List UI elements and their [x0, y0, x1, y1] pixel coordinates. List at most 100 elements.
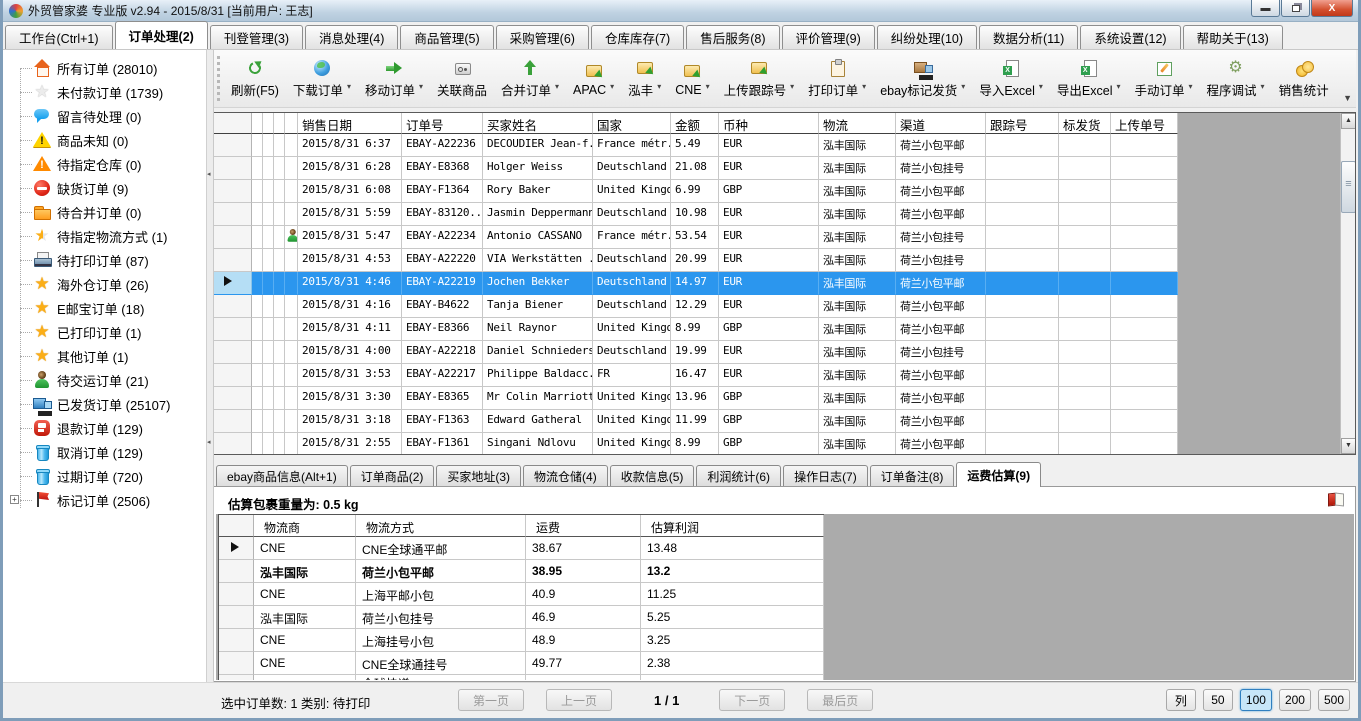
sidebar-item-2[interactable]: 未付款订单 (1739)	[3, 80, 206, 104]
freight-row-2[interactable]: 泓丰国际荷兰小包平邮38.9513.2	[219, 560, 824, 583]
sidebar-item-6[interactable]: 缺货订单 (9)	[3, 176, 206, 200]
sidebar-item-3[interactable]: 留言待处理 (0)	[3, 104, 206, 128]
menu-tab-13[interactable]: 帮助关于(13)	[1183, 25, 1283, 49]
detail-tab-2[interactable]: 订单商品(2)	[350, 465, 435, 487]
menu-tab-1[interactable]: 工作台(Ctrl+1)	[5, 25, 113, 49]
freight-row-6[interactable]: CNECNE全球通挂号49.772.38	[219, 652, 824, 675]
sidebar-item-5[interactable]: 待指定仓库 (0)	[3, 152, 206, 176]
order-row-7[interactable]: 2015/8/31 4:46EBAY-A22219Jochen BekkerDe…	[214, 272, 1178, 295]
toolbar-button-16[interactable]: 销售统计	[1273, 56, 1335, 101]
sidebar-item-8[interactable]: 待指定物流方式 (1)	[3, 224, 206, 248]
detail-tab-7[interactable]: 操作日志(7)	[783, 465, 868, 487]
scroll-up-icon[interactable]: ▲	[1341, 113, 1356, 129]
sidebar-item-4[interactable]: 商品未知 (0)	[3, 128, 206, 152]
detail-tab-9[interactable]: 运费估算(9)	[956, 462, 1041, 487]
freight-row-7[interactable]: 全球快递	[219, 675, 824, 680]
sidebar-item-9[interactable]: 待打印订单 (87)	[3, 248, 206, 272]
sidebar-item-14[interactable]: 待交运订单 (21)	[3, 368, 206, 392]
toolbar-button-5[interactable]: 合并订单▾	[495, 56, 565, 101]
first-page-button[interactable]: 第一页	[458, 689, 524, 711]
order-row-4[interactable]: 2015/8/31 5:59EBAY-83120...Jasmin Depper…	[214, 203, 1178, 226]
menu-tab-12[interactable]: 系统设置(12)	[1080, 25, 1180, 49]
order-row-6[interactable]: 2015/8/31 4:53EBAY-A22220VIA Werkstätten…	[214, 249, 1178, 272]
sidebar-item-17[interactable]: 取消订单 (129)	[3, 440, 206, 464]
order-row-11[interactable]: 2015/8/31 3:53EBAY-A22217Philippe Baldac…	[214, 364, 1178, 387]
menu-tab-10[interactable]: 纠纷处理(10)	[877, 25, 977, 49]
column-header-1[interactable]: 销售日期	[298, 113, 402, 134]
scroll-down-icon[interactable]: ▼	[1341, 438, 1356, 454]
next-page-button[interactable]: 下一页	[719, 689, 785, 711]
toolbar-button-1[interactable]: 刷新(F5)	[225, 56, 285, 101]
chevron-down-icon[interactable]: ▾	[1039, 82, 1043, 91]
chevron-down-icon[interactable]: ▾	[419, 82, 423, 91]
order-row-2[interactable]: 2015/8/31 6:28EBAY-E8368Holger WeissDeut…	[214, 157, 1178, 180]
chevron-down-icon[interactable]: ▾	[1116, 82, 1120, 91]
detail-tab-5[interactable]: 收款信息(5)	[610, 465, 695, 487]
toolbar-button-4[interactable]: 关联商品	[431, 56, 493, 101]
sidebar-item-15[interactable]: 已发货订单 (25107)	[3, 392, 206, 416]
toolbar-button-13[interactable]: 导出Excel▾	[1051, 56, 1127, 101]
column-header-11[interactable]: 上传单号	[1111, 113, 1178, 134]
prev-page-button[interactable]: 上一页	[546, 689, 612, 711]
page-size-100-button[interactable]: 100	[1240, 689, 1272, 711]
splitter-collapse-icon[interactable]: ◂	[207, 170, 214, 178]
close-button[interactable]: X	[1311, 0, 1353, 17]
toolbar-button-7[interactable]: 泓丰▾	[622, 56, 667, 101]
freight-row-5[interactable]: CNE上海挂号小包48.93.25	[219, 629, 824, 652]
column-header-6[interactable]: 币种	[719, 113, 819, 134]
toolbar-overflow-icon[interactable]: ▼	[1343, 93, 1352, 103]
column-header-7[interactable]: 物流	[819, 113, 896, 134]
restore-button[interactable]	[1281, 0, 1310, 17]
sidebar-item-10[interactable]: 海外仓订单 (26)	[3, 272, 206, 296]
sidebar-item-12[interactable]: 已打印订单 (1)	[3, 320, 206, 344]
sidebar-item-18[interactable]: 过期订单 (720)	[3, 464, 206, 488]
order-row-8[interactable]: 2015/8/31 4:16EBAY-B4622Tanja BienerDeut…	[214, 295, 1178, 318]
chevron-down-icon[interactable]: ▾	[1261, 82, 1265, 91]
freight-column-header-4[interactable]: 估算利润	[641, 515, 824, 537]
detail-tab-6[interactable]: 利润统计(6)	[696, 465, 781, 487]
minimize-button[interactable]: ▬	[1251, 0, 1280, 17]
orders-vertical-scrollbar[interactable]: ▲ ▼	[1340, 113, 1355, 454]
order-row-1[interactable]: 2015/8/31 6:37EBAY-A22236DECOUDIER Jean-…	[214, 134, 1178, 157]
detail-tab-3[interactable]: 买家地址(3)	[436, 465, 521, 487]
order-row-13[interactable]: 2015/8/31 3:18EBAY-F1363Edward GatheralU…	[214, 410, 1178, 433]
freight-row-1[interactable]: CNECNE全球通平邮38.6713.48	[219, 537, 824, 560]
column-header-4[interactable]: 国家	[593, 113, 671, 134]
menu-tab-2[interactable]: 订单处理(2)	[115, 21, 208, 49]
column-header-10[interactable]: 标发货	[1059, 113, 1111, 134]
detail-tab-8[interactable]: 订单备注(8)	[870, 465, 955, 487]
menu-tab-4[interactable]: 消息处理(4)	[305, 25, 398, 49]
detail-tab-1[interactable]: ebay商品信息(Alt+1)	[216, 465, 348, 487]
freight-column-header-1[interactable]: 物流商	[254, 515, 356, 537]
toolbar-button-3[interactable]: 移动订单▾	[359, 56, 429, 101]
toolbar-button-2[interactable]: 下载订单▾	[287, 56, 357, 101]
chevron-down-icon[interactable]: ▾	[961, 82, 965, 91]
column-header-9[interactable]: 跟踪号	[986, 113, 1059, 134]
toolbar-button-15[interactable]: 程序调试▾	[1201, 56, 1271, 101]
column-header-5[interactable]: 金额	[671, 113, 719, 134]
order-row-3[interactable]: 2015/8/31 6:08EBAY-F1364Rory BakerUnited…	[214, 180, 1178, 203]
toolbar-button-14[interactable]: 手动订单▾	[1129, 56, 1199, 101]
menu-tab-11[interactable]: 数据分析(11)	[979, 25, 1078, 49]
chevron-down-icon[interactable]: ▾	[1189, 82, 1193, 91]
freight-column-header-2[interactable]: 物流方式	[356, 515, 526, 537]
page-size-500-button[interactable]: 500	[1318, 689, 1350, 711]
chevron-down-icon[interactable]: ▾	[555, 82, 559, 91]
chevron-down-icon[interactable]: ▾	[706, 82, 710, 91]
book-icon[interactable]	[1327, 490, 1345, 508]
toolbar-button-6[interactable]: APAC▾	[567, 59, 620, 99]
menu-tab-3[interactable]: 刊登管理(3)	[210, 25, 303, 49]
splitter-collapse-icon[interactable]: ◂	[207, 438, 214, 446]
menu-tab-6[interactable]: 采购管理(6)	[496, 25, 589, 49]
columns-button[interactable]: 列	[1166, 689, 1196, 711]
sidebar-item-16[interactable]: 退款订单 (129)	[3, 416, 206, 440]
menu-tab-5[interactable]: 商品管理(5)	[400, 25, 493, 49]
sidebar-item-13[interactable]: 其他订单 (1)	[3, 344, 206, 368]
chevron-down-icon[interactable]: ▾	[657, 82, 661, 91]
chevron-down-icon[interactable]: ▾	[347, 82, 351, 91]
menu-tab-9[interactable]: 评价管理(9)	[782, 25, 875, 49]
freight-row-4[interactable]: 泓丰国际荷兰小包挂号46.95.25	[219, 606, 824, 629]
column-header-3[interactable]: 买家姓名	[483, 113, 593, 134]
page-size-200-button[interactable]: 200	[1279, 689, 1311, 711]
toolbar-button-9[interactable]: 上传跟踪号▾	[718, 56, 801, 101]
